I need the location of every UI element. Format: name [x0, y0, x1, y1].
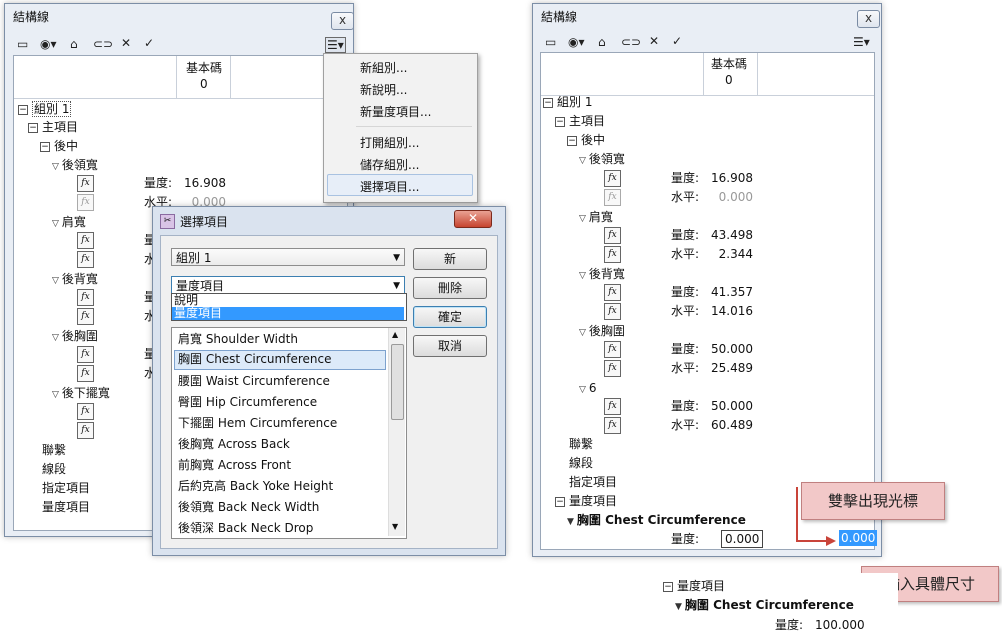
expand-arrow-icon: ▼ — [675, 602, 682, 612]
tree-label: 量度項目 — [677, 579, 726, 593]
snippet-measure-value: 100.000 — [815, 618, 865, 632]
result-snippet: − 量度項目 ▼ 胸圍 Chest Circumference 量度: 100.00… — [553, 573, 898, 639]
snippet-measure-label: 量度: — [775, 618, 804, 632]
collapse-icon: − — [663, 582, 673, 592]
snippet-measure-items: − 量度項目 — [663, 577, 725, 595]
callout-double-click: 雙擊出現光標 — [801, 482, 945, 520]
arrow-head-right — [826, 536, 836, 546]
tree-label: 胸圍 Chest Circumference — [684, 598, 854, 612]
snippet-chest: ▼ 胸圍 Chest Circumference — [675, 596, 854, 614]
annotation-arrows — [796, 487, 862, 609]
